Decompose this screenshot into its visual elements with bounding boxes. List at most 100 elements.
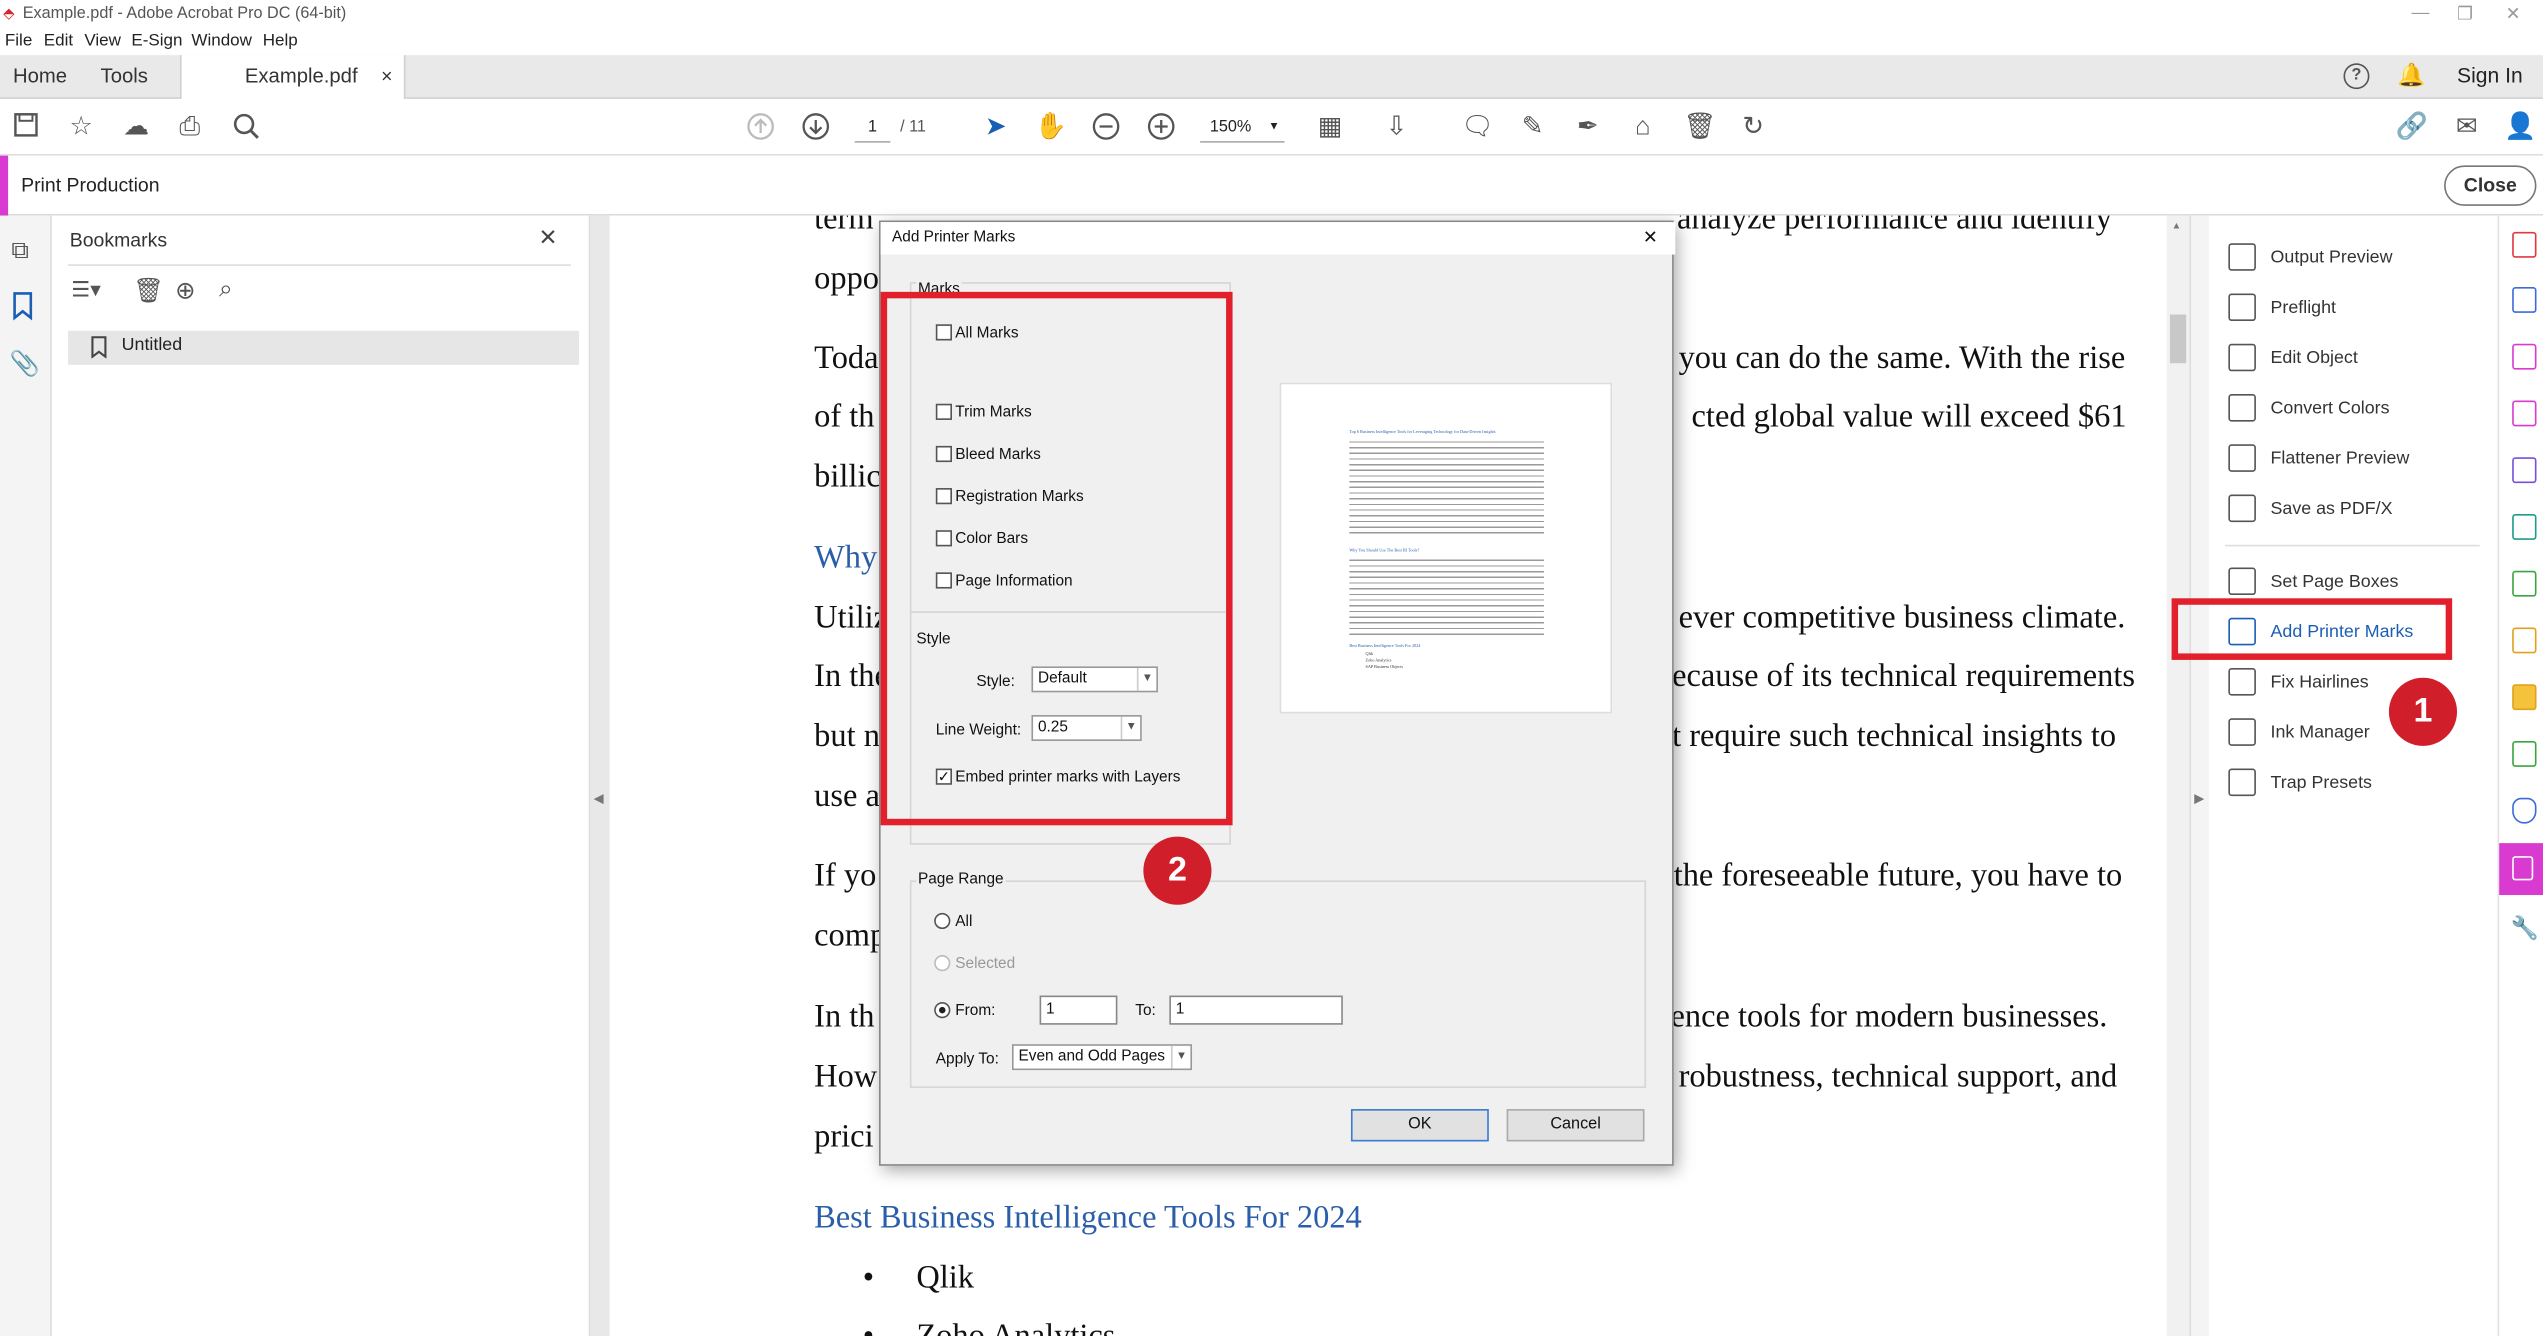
email-icon[interactable]: ✉ (2451, 112, 2483, 144)
scroll-mode-icon[interactable]: ⇩ (1380, 112, 1412, 144)
range-from-label: From: (955, 1002, 996, 1020)
search-zoom-icon[interactable] (230, 112, 262, 144)
highlight-pen-icon[interactable]: ✎ (1516, 112, 1548, 144)
tool-label: Preflight (2270, 298, 2336, 318)
upload-cloud-icon[interactable]: ☁ (120, 112, 152, 144)
help-icon[interactable]: ? (2343, 63, 2370, 90)
sign-pen-icon[interactable]: ✒ (1572, 112, 1604, 144)
close-window-icon[interactable]: ✕ (2506, 3, 2521, 24)
bookmark-star-icon[interactable]: ☆ (65, 112, 97, 144)
print-production-rail-active[interactable] (2499, 843, 2543, 896)
combine-files-icon[interactable] (2512, 286, 2537, 313)
range-from-radio[interactable] (934, 1002, 951, 1019)
more-tools-wrench-icon[interactable]: 🔧 (2511, 914, 2539, 942)
ink-manager-icon (2228, 718, 2256, 746)
rotate-icon[interactable]: ↻ (1737, 112, 1769, 144)
doc-line: term (814, 215, 874, 237)
attachments-paperclip-icon[interactable]: 📎 (10, 349, 40, 378)
from-page-input[interactable]: 1 (1039, 995, 1118, 1025)
close-bookmarks-icon[interactable]: ✕ (538, 224, 557, 252)
zoom-level-dropdown[interactable]: 150% ▼ (1200, 113, 1285, 143)
share-link-icon[interactable]: 🔗 (2395, 112, 2427, 144)
tab-document-label: Example.pdf (244, 64, 358, 88)
print-icon[interactable]: ⎙ (174, 112, 206, 144)
range-selected-radio[interactable] (934, 955, 951, 972)
collapse-left-handle[interactable]: ◀ (590, 215, 610, 1336)
tab-bar: Home Tools Example.pdf × ? 🔔 Sign In (0, 55, 2543, 101)
bookmark-options-icon[interactable]: ☰▾ (71, 277, 100, 303)
to-label: To: (1135, 1002, 1156, 1020)
sign-in-link[interactable]: Sign In (2457, 63, 2523, 87)
vertical-scrollbar[interactable]: ▲ (2166, 215, 2190, 1336)
tab-tools[interactable]: Tools (101, 55, 148, 99)
dialog-close-icon[interactable]: ✕ (1643, 227, 1658, 248)
zoom-in-icon[interactable] (1145, 112, 1177, 144)
scan-ocr-icon[interactable] (2512, 627, 2537, 654)
doc-line: analyze performance and identify (1676, 215, 2112, 237)
restore-icon[interactable]: ❐ (2457, 3, 2473, 24)
new-bookmark-icon[interactable]: ⊕ (175, 276, 195, 305)
divider (2225, 544, 2480, 547)
tab-document[interactable]: Example.pdf × (180, 55, 406, 101)
bookmark-item[interactable]: Untitled (68, 330, 579, 365)
scrollbar-thumb[interactable] (2169, 314, 2187, 364)
doc-line: Toda (814, 340, 879, 377)
protect-shield-icon[interactable] (2512, 797, 2537, 824)
menu-bar: File Edit View E-Sign Window Help (0, 28, 2543, 56)
menu-edit[interactable]: Edit (44, 31, 73, 50)
save-pdfx-icon (2228, 494, 2256, 523)
previous-page-icon[interactable] (744, 112, 776, 144)
bookmarks-title: Bookmarks (69, 228, 168, 252)
page-thumbnails-icon[interactable]: ⧉ (11, 237, 28, 265)
stamp-tag-icon[interactable]: ⌂ (1627, 112, 1659, 144)
bookmark-search-icon[interactable]: ⌕ (219, 276, 233, 304)
delete-bookmark-icon[interactable]: 🗑 (133, 276, 164, 305)
compare-files-icon[interactable] (2512, 570, 2537, 597)
notifications-bell-icon[interactable]: 🔔 (2397, 62, 2425, 90)
organize-pages-icon[interactable] (2512, 343, 2537, 370)
doc-line: the foreseeable future, you have to (1673, 857, 2123, 894)
create-pdf-icon[interactable] (2512, 231, 2537, 258)
save-icon[interactable] (10, 112, 42, 144)
minimize-icon[interactable]: — (2412, 3, 2430, 22)
tab-close-icon[interactable]: × (381, 55, 392, 97)
zoom-level-value: 150% (1209, 118, 1252, 137)
menu-help[interactable]: Help (263, 31, 298, 50)
window-title: Example.pdf - Adobe Acrobat Pro DC (64-b… (22, 4, 347, 23)
marks-callout-box (880, 291, 1233, 826)
chevron-down-icon: ▼ (1268, 121, 1280, 133)
delete-trash-icon[interactable]: 🗑 (1683, 112, 1716, 144)
menu-esign[interactable]: E-Sign (131, 31, 182, 50)
bookmarks-icon[interactable] (11, 292, 34, 328)
next-page-icon[interactable] (800, 112, 832, 144)
hand-tool-icon[interactable]: ✋ (1035, 112, 1067, 144)
dialog-titlebar: Add Printer Marks ✕ (880, 222, 1676, 255)
collapse-right-handle[interactable]: ▶ (2189, 215, 2209, 1336)
account-shield-icon[interactable]: 👤 (2504, 112, 2536, 144)
print-tool-icon[interactable] (2512, 740, 2537, 767)
menu-view[interactable]: View (84, 31, 121, 50)
page-number-input[interactable]: 1 (854, 113, 891, 143)
edit-pdf-icon[interactable] (2512, 400, 2537, 427)
ok-button[interactable]: OK (1350, 1109, 1489, 1142)
fill-sign-icon[interactable] (2512, 457, 2537, 484)
select-cursor-icon[interactable]: ➤ (980, 112, 1012, 144)
apply-to-select[interactable]: Even and Odd Pages ▼ (1012, 1044, 1193, 1071)
to-page-input[interactable]: 1 (1169, 995, 1343, 1025)
range-all-radio[interactable] (934, 912, 951, 930)
zoom-out-icon[interactable] (1090, 112, 1122, 144)
comment-tool-icon[interactable] (2512, 684, 2537, 711)
page-layout-icon[interactable]: ▦ (1314, 112, 1346, 144)
menu-window[interactable]: Window (191, 31, 252, 50)
tab-home[interactable]: Home (13, 55, 67, 99)
cancel-button[interactable]: Cancel (1506, 1109, 1645, 1142)
menu-file[interactable]: File (5, 31, 32, 50)
doc-line: Utiliz (814, 599, 889, 636)
doc-line: billic (814, 458, 881, 495)
tool-label: Output Preview (2270, 248, 2393, 268)
comment-icon[interactable]: 🗨 (1461, 112, 1494, 144)
export-pdf-icon[interactable] (2512, 513, 2537, 540)
bullet-dot: • (863, 1307, 874, 1336)
close-panel-button[interactable]: Close (2444, 165, 2537, 206)
step-badge-2: 2 (1143, 836, 1212, 905)
